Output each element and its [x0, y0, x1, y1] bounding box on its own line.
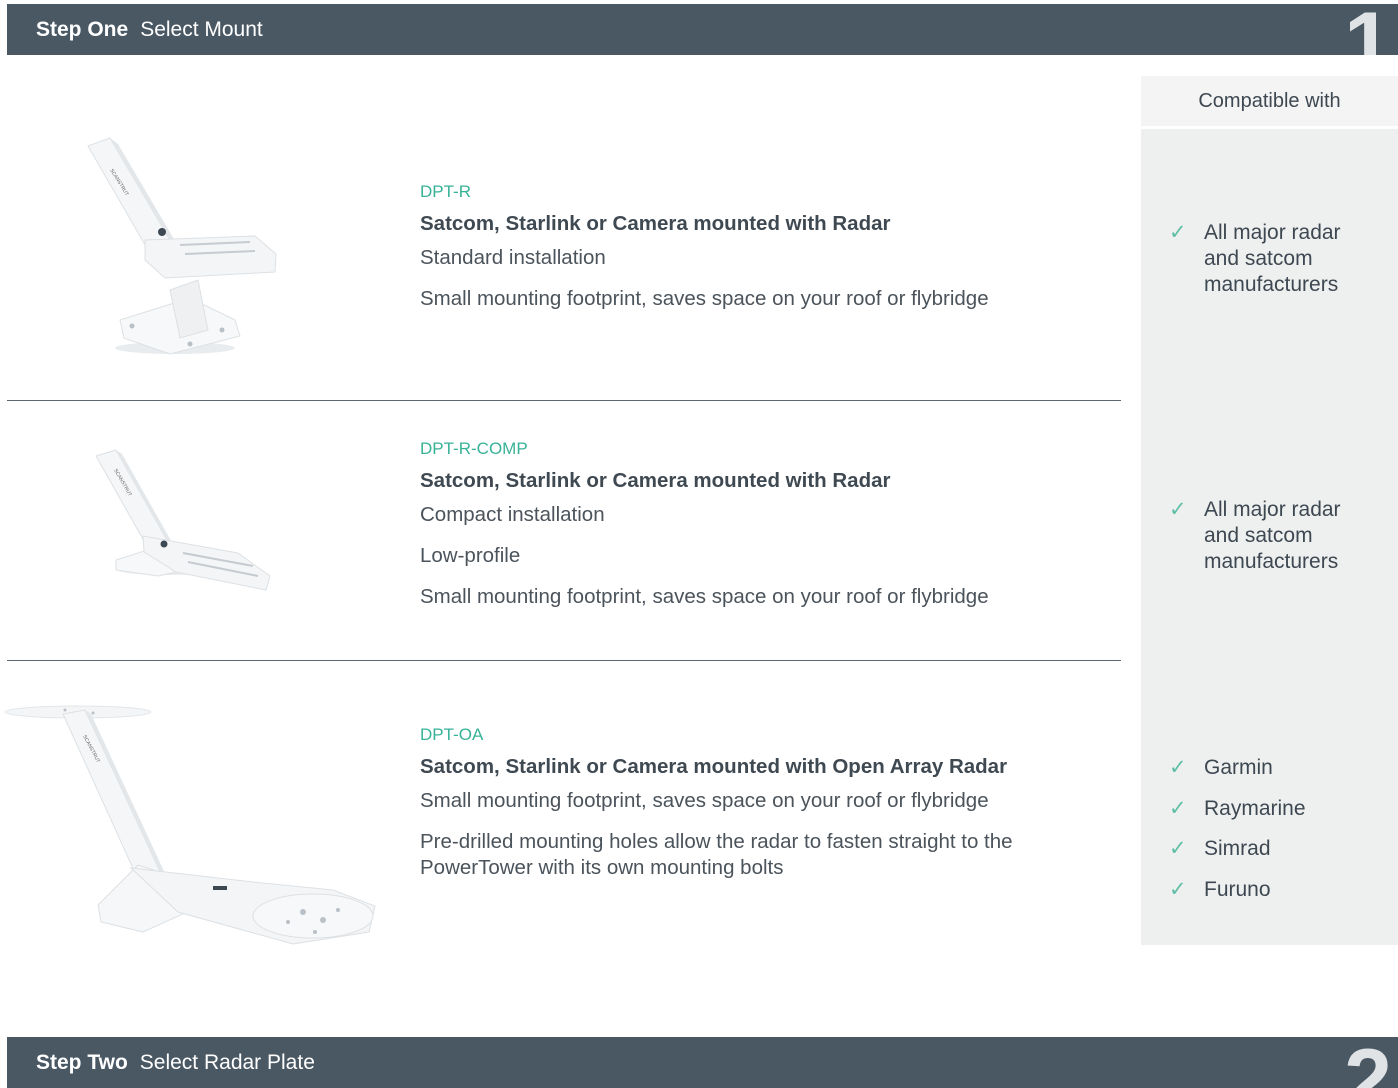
- product-code: DPT-OA: [420, 725, 484, 744]
- compat-item: ✓ Raymarine: [1169, 789, 1306, 830]
- step-one-label: Select Mount: [140, 18, 263, 41]
- step-two-strong: Step Two: [36, 1051, 128, 1074]
- step-two-number: 2: [1344, 1037, 1392, 1088]
- product-feature: Compact installation: [420, 503, 605, 526]
- compat-list-dpt-r: ✓ All major radar and satcom manufacturer…: [1169, 220, 1354, 298]
- divider: [7, 660, 1121, 661]
- product-feature: Small mounting footprint, saves space on…: [420, 789, 989, 812]
- step-one-header: Step One Select Mount 1: [7, 4, 1398, 55]
- compat-item: ✓ Furuno: [1169, 870, 1306, 911]
- product-dpt-r: DPT-R Satcom, Starlink or Camera mounted…: [420, 181, 989, 327]
- compat-list-dpt-oa: ✓ Garmin ✓ Raymarine ✓ Simrad ✓ Furuno: [1169, 748, 1306, 910]
- compatibility-header: Compatible with: [1141, 76, 1398, 129]
- product-feature: Pre-drilled mounting holes allow the rad…: [420, 830, 1013, 879]
- compat-list-dpt-r-comp: ✓ All major radar and satcom manufacturer…: [1169, 497, 1354, 575]
- step-two-header: Step Two Select Radar Plate 2: [7, 1037, 1398, 1088]
- dpt-oa-mount-image: SCANSTRUT: [4, 705, 376, 945]
- product-title: Satcom, Starlink or Camera mounted with …: [420, 212, 891, 235]
- dpt-r-mount-image: SCANSTRUT: [87, 137, 277, 355]
- checkmark-icon: ✓: [1169, 221, 1187, 244]
- divider: [7, 400, 1121, 401]
- product-feature: Small mounting footprint, saves space on…: [420, 287, 989, 310]
- checkmark-icon: ✓: [1169, 498, 1187, 521]
- checkmark-icon: ✓: [1169, 796, 1187, 820]
- checkmark-icon: ✓: [1169, 837, 1187, 860]
- product-feature: Low-profile: [420, 544, 521, 567]
- step-one-number: 1: [1344, 4, 1392, 55]
- compat-item: ✓ Garmin: [1169, 748, 1306, 789]
- step-two-label: Select Radar Plate: [139, 1051, 315, 1074]
- product-dpt-r-comp: DPT-R-COMP Satcom, Starlink or Camera mo…: [420, 438, 989, 625]
- checkmark-icon: ✓: [1169, 756, 1187, 779]
- product-dpt-oa: DPT-OA Satcom, Starlink or Camera mounte…: [420, 724, 1060, 896]
- compatibility-panel: Compatible with ✓ All major radar and sat…: [1141, 76, 1398, 945]
- dpt-r-comp-mount-image: SCANSTRUT: [95, 449, 271, 591]
- product-feature: Standard installation: [420, 246, 606, 269]
- compat-item: ✓ All major radar and satcom manufacturer…: [1169, 498, 1341, 573]
- compat-item: ✓ All major radar and satcom manufacturer…: [1169, 221, 1341, 296]
- product-code: DPT-R-COMP: [420, 439, 528, 458]
- product-code: DPT-R: [420, 182, 471, 201]
- product-feature: Small mounting footprint, saves space on…: [420, 585, 989, 608]
- step-one-strong: Step One: [36, 18, 129, 41]
- checkmark-icon: ✓: [1169, 877, 1187, 901]
- product-title: Satcom, Starlink or Camera mounted with …: [420, 469, 891, 492]
- product-title: Satcom, Starlink or Camera mounted with …: [420, 755, 1008, 778]
- compat-item: ✓ Simrad: [1169, 829, 1306, 870]
